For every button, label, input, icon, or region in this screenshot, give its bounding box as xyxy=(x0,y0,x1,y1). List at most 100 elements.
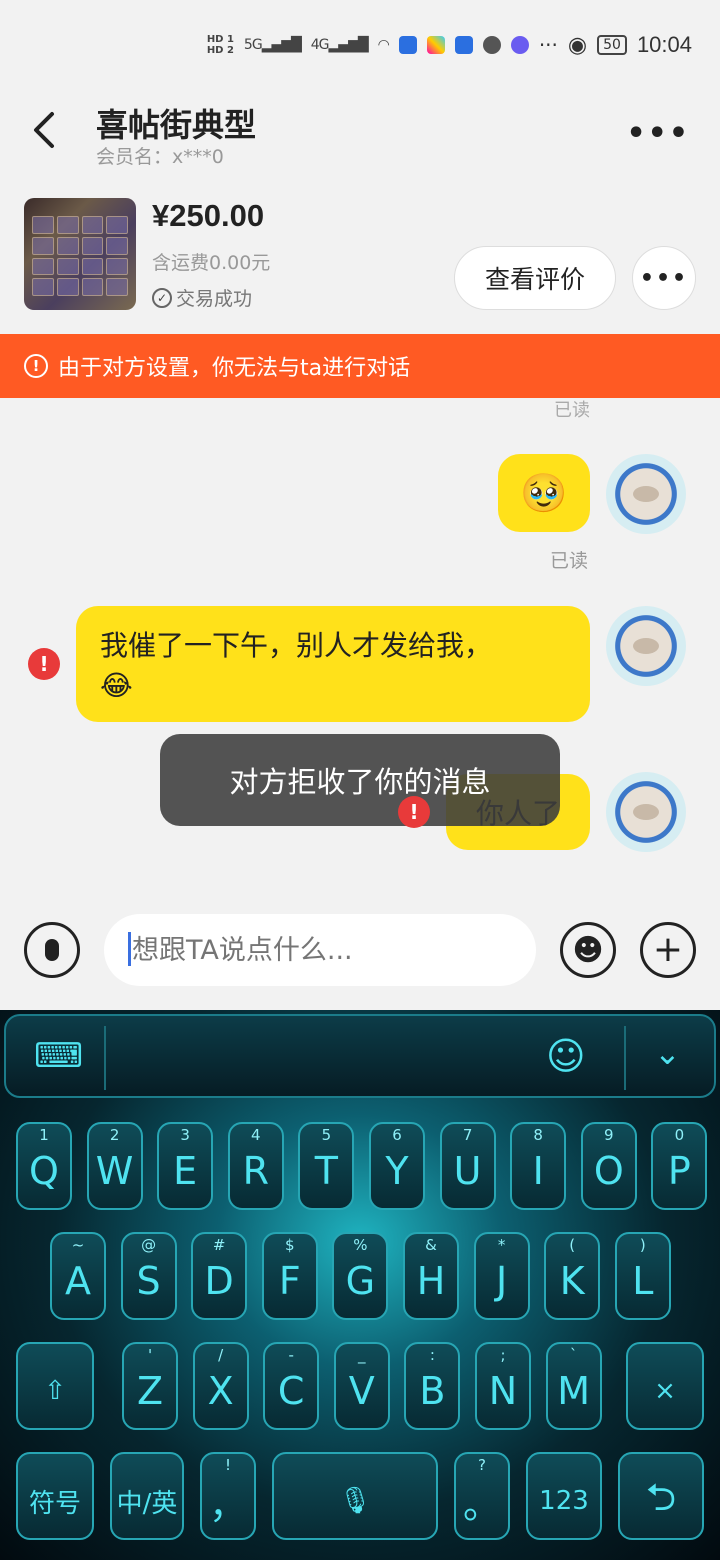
key-s[interactable]: @ S xyxy=(120,1232,177,1320)
key-e-secondary: 3 xyxy=(180,1126,190,1144)
enter-key-label: ⮌ xyxy=(645,1474,677,1519)
key-u-label: U xyxy=(453,1149,482,1193)
key-a[interactable]: ~ A xyxy=(50,1232,106,1320)
key-c-secondary: - xyxy=(288,1346,294,1364)
key-m-secondary: ` xyxy=(569,1346,578,1364)
language-switch-key-label: 中/英 xyxy=(116,1488,178,1519)
key-m-label: M xyxy=(557,1369,590,1413)
key-x[interactable]: / X xyxy=(192,1342,249,1430)
key-d[interactable]: # D xyxy=(191,1232,248,1320)
emoji-button[interactable]: ☻ xyxy=(560,922,616,978)
back-button[interactable] xyxy=(24,108,68,152)
status-icons: HD 1 HD 2 5G▂▄▆█ 4G▂▄▆█ ◠ ··· ◉ 50 10:04 xyxy=(207,32,692,58)
space-key[interactable]: 🎙 xyxy=(272,1452,438,1540)
keyboard-toolbar: ⌨ ☺ ⌄ xyxy=(4,1014,716,1098)
key-c[interactable]: -C xyxy=(263,1342,320,1430)
app-notification-icon xyxy=(454,36,473,54)
numbers-key-label: 123 xyxy=(539,1486,589,1516)
key-g-label: G xyxy=(345,1259,376,1303)
message-bubble-text[interactable]: 我催了一下午，别人才发给我， 😂 xyxy=(76,606,590,722)
deal-status: ✓ 交易成功 xyxy=(152,284,252,311)
message-emoji: 😂 xyxy=(100,669,133,702)
key-o[interactable]: 9O xyxy=(580,1122,637,1210)
key-e-label: E xyxy=(173,1149,198,1193)
key-u[interactable]: 7U xyxy=(439,1122,496,1210)
message-bubble-emoji[interactable]: 🥹 xyxy=(498,454,590,532)
key-v[interactable]: _ V xyxy=(333,1342,390,1430)
comma-key[interactable]: !， xyxy=(200,1452,256,1540)
key-e[interactable]: 3E xyxy=(157,1122,214,1210)
key-k-secondary: ( xyxy=(569,1236,576,1254)
key-i-secondary: 8 xyxy=(533,1126,543,1144)
read-receipt: 已读 xyxy=(554,400,590,421)
key-l-secondary: ) xyxy=(639,1236,646,1254)
keyboard-settings-icon[interactable]: ⌨ xyxy=(34,1036,83,1076)
key-n[interactable]: ; N xyxy=(475,1342,531,1430)
product-thumbnail[interactable] xyxy=(24,198,136,310)
message-text: 我催了一下午，别人才发给我， xyxy=(100,629,493,662)
key-b-label: B xyxy=(419,1369,446,1413)
warning-banner: ! 由于对方设置，你无法与ta进行对话 xyxy=(0,334,720,398)
delete-key[interactable]: × xyxy=(626,1342,704,1430)
hide-keyboard-icon[interactable]: ⌄ xyxy=(654,1034,681,1072)
keyboard-emoji-icon[interactable]: ☺ xyxy=(546,1034,586,1078)
key-y-label: Y xyxy=(385,1149,409,1193)
key-g[interactable]: % G xyxy=(332,1232,389,1320)
key-o-secondary: 9 xyxy=(604,1126,614,1144)
key-z[interactable]: ' Z xyxy=(122,1342,178,1430)
key-y-secondary: 6 xyxy=(392,1126,402,1144)
key-y[interactable]: 6Y xyxy=(369,1122,425,1210)
key-j-secondary: * xyxy=(497,1236,506,1254)
app-notification-icon xyxy=(426,36,445,54)
chat-header: 喜帖街典型 会员名：x***0 ••• xyxy=(0,98,720,178)
key-t[interactable]: 5T xyxy=(298,1122,355,1210)
avatar[interactable] xyxy=(606,606,686,686)
key-q[interactable]: 1Q xyxy=(16,1122,72,1210)
product-more-button[interactable]: ••• xyxy=(632,246,696,310)
key-m[interactable]: ` M xyxy=(545,1342,602,1430)
key-i[interactable]: 8I xyxy=(510,1122,567,1210)
key-f[interactable]: $ F xyxy=(261,1232,318,1320)
period-key-label: 。 xyxy=(462,1482,501,1527)
add-attachment-button[interactable]: + xyxy=(640,922,696,978)
eye-comfort-icon: ◉ xyxy=(567,32,588,58)
key-h-label: H xyxy=(416,1259,446,1303)
send-failed-icon[interactable]: ! xyxy=(398,796,430,828)
voice-input-button[interactable] xyxy=(24,922,80,978)
avatar[interactable] xyxy=(606,454,686,534)
key-x-secondary: / xyxy=(218,1346,224,1364)
exclamation-icon: ! xyxy=(24,354,48,378)
key-p-secondary: 0 xyxy=(674,1126,685,1144)
key-j[interactable]: * J xyxy=(473,1232,530,1320)
period-key[interactable]: ?。 xyxy=(454,1452,510,1540)
key-w[interactable]: 2W xyxy=(86,1122,143,1210)
more-options-button[interactable]: ••• xyxy=(626,116,690,151)
avatar[interactable] xyxy=(606,772,686,852)
enter-key[interactable]: ⮌ xyxy=(618,1452,704,1540)
send-failed-icon[interactable]: ! xyxy=(28,648,60,680)
signal-5g-icon: 5G▂▄▆█ xyxy=(243,37,302,53)
key-v-secondary: _ xyxy=(358,1346,366,1364)
key-d-label: D xyxy=(204,1259,234,1303)
key-r[interactable]: 4R xyxy=(227,1122,284,1210)
key-z-label: Z xyxy=(136,1369,164,1413)
shift-key[interactable]: ⇧ xyxy=(16,1342,94,1430)
view-review-button[interactable]: 查看评价 xyxy=(454,246,616,310)
soft-keyboard: ⌨ ☺ ⌄ 1 Q 2 W 3 E 4 R 5 T 6 Y 7 U 8 I 9 O 0 P ~ A @ S # D $ F% G & H * J… xyxy=(0,1010,720,1560)
key-k[interactable]: (K xyxy=(544,1232,601,1320)
key-i-label: I xyxy=(532,1149,544,1193)
app-notification-icon xyxy=(398,36,417,54)
key-f-secondary: $ xyxy=(285,1236,295,1254)
key-b[interactable]: :B xyxy=(404,1342,461,1430)
key-h[interactable]: & H xyxy=(403,1232,459,1320)
key-p[interactable]: 0P xyxy=(651,1122,708,1210)
key-l[interactable]: ) L xyxy=(614,1232,671,1320)
wifi-icon: ◠ xyxy=(377,37,390,53)
symbols-key[interactable]: 符号 xyxy=(16,1452,94,1540)
key-s-label: S xyxy=(136,1259,161,1303)
language-switch-key[interactable]: 中/英 xyxy=(110,1452,184,1540)
comma-key-label: ， xyxy=(208,1482,247,1527)
key-g-secondary: % xyxy=(353,1236,368,1254)
message-input[interactable] xyxy=(104,914,536,986)
numbers-key[interactable]: 123 xyxy=(526,1452,602,1540)
